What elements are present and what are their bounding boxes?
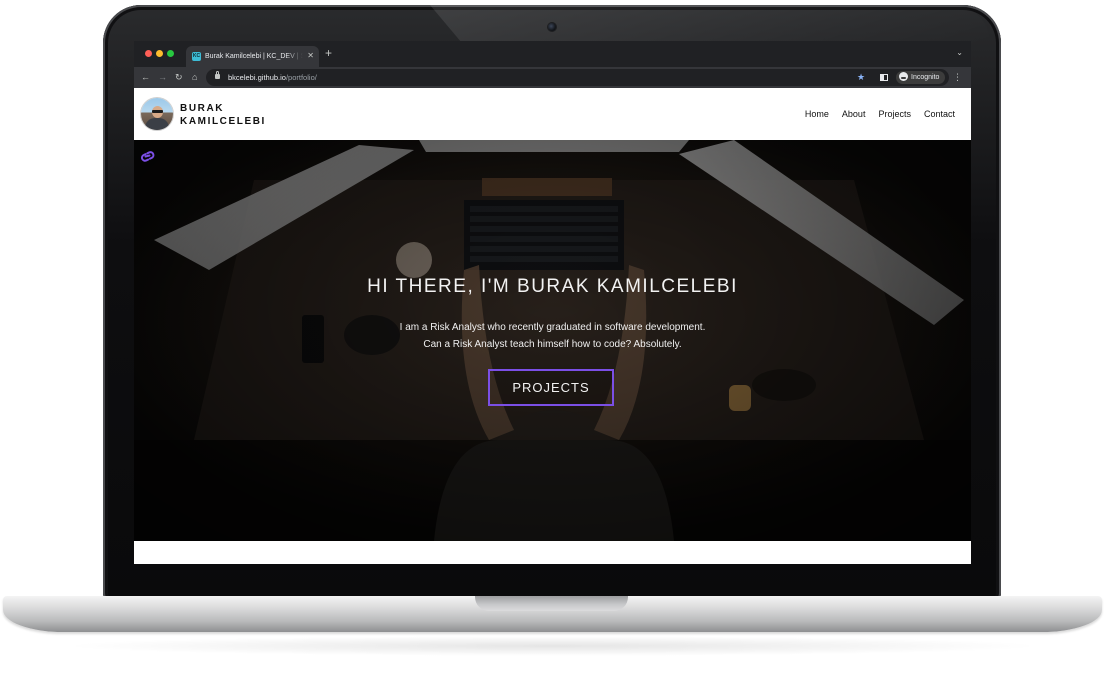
lock-icon[interactable] <box>215 71 220 79</box>
hero-subtitle-line-2: Can a Risk Analyst teach himself how to … <box>423 339 682 350</box>
tab-close-icon[interactable]: ✕ <box>307 51 314 61</box>
incognito-icon <box>899 72 908 81</box>
more-menu-icon[interactable]: ⋮ <box>953 71 962 83</box>
avatar-sunglasses <box>152 110 163 113</box>
browser-tab[interactable]: KC Burak Kamilcelebi | KC_DEV | S ✕ <box>186 46 319 67</box>
address-bar[interactable]: bkcelebi.github.io/portfolio/ ★ Incognit… <box>206 69 949 86</box>
hero-subtitle: I am a Risk Analyst who recently graduat… <box>134 319 971 353</box>
nav-home[interactable]: Home <box>805 108 829 120</box>
url-text[interactable]: bkcelebi.github.io/portfolio/ <box>228 72 317 83</box>
laptop-notch <box>475 596 628 611</box>
projects-button[interactable]: PROJECTS <box>488 369 614 406</box>
camera-icon <box>548 23 556 31</box>
minimize-window-button[interactable] <box>156 50 163 57</box>
bookmark-star-icon[interactable]: ★ <box>857 71 865 83</box>
nav-projects[interactable]: Projects <box>878 108 911 120</box>
site-header: BURAK KAMILCELEBI Home About Projects Co… <box>134 88 971 140</box>
brand-line-2: KAMILCELEBI <box>180 116 266 127</box>
reload-icon[interactable]: ↻ <box>175 71 183 83</box>
next-section <box>134 541 971 564</box>
back-icon[interactable]: ← <box>141 71 150 83</box>
brand-line-1: BURAK <box>180 103 225 114</box>
url-path: /portfolio/ <box>285 73 317 82</box>
link-icon[interactable] <box>139 150 156 162</box>
nav-about[interactable]: About <box>842 108 866 120</box>
tab-title: Burak Kamilcelebi | KC_DEV | S <box>205 53 303 60</box>
laptop-shadow <box>60 636 1045 656</box>
tab-search-icon[interactable]: ⌄ <box>956 48 963 57</box>
url-host: bkcelebi.github.io <box>228 73 286 82</box>
hero-section: HI THERE, I'M BURAK KAMILCELEBI I am a R… <box>134 140 971 541</box>
main-nav: Home About Projects Contact <box>805 108 955 120</box>
incognito-badge[interactable]: Incognito <box>896 71 946 84</box>
site-brand[interactable]: BURAK KAMILCELEBI <box>180 102 266 128</box>
home-icon[interactable]: ⌂ <box>192 71 197 83</box>
browser-toolbar: ← → ↻ ⌂ bkcelebi.github.io/portfolio/ ★ … <box>134 67 971 88</box>
side-panel-icon[interactable] <box>880 74 888 81</box>
close-window-button[interactable] <box>145 50 152 57</box>
laptop-frame: KC Burak Kamilcelebi | KC_DEV | S ✕ + ⌄ … <box>0 0 1105 673</box>
incognito-label: Incognito <box>911 74 940 81</box>
avatar-body <box>145 118 169 130</box>
new-tab-icon[interactable]: + <box>325 46 332 60</box>
forward-icon[interactable]: → <box>158 71 167 83</box>
maximize-window-button[interactable] <box>167 50 174 57</box>
screen: KC Burak Kamilcelebi | KC_DEV | S ✕ + ⌄ … <box>134 41 971 564</box>
nav-contact[interactable]: Contact <box>924 108 955 120</box>
hero-subtitle-line-1: I am a Risk Analyst who recently graduat… <box>399 322 706 333</box>
favicon-icon: KC <box>192 52 201 61</box>
browser-tab-strip: KC Burak Kamilcelebi | KC_DEV | S ✕ + ⌄ <box>134 41 971 67</box>
avatar[interactable] <box>141 98 173 130</box>
hero-title: HI THERE, I'M BURAK KAMILCELEBI <box>367 276 738 297</box>
